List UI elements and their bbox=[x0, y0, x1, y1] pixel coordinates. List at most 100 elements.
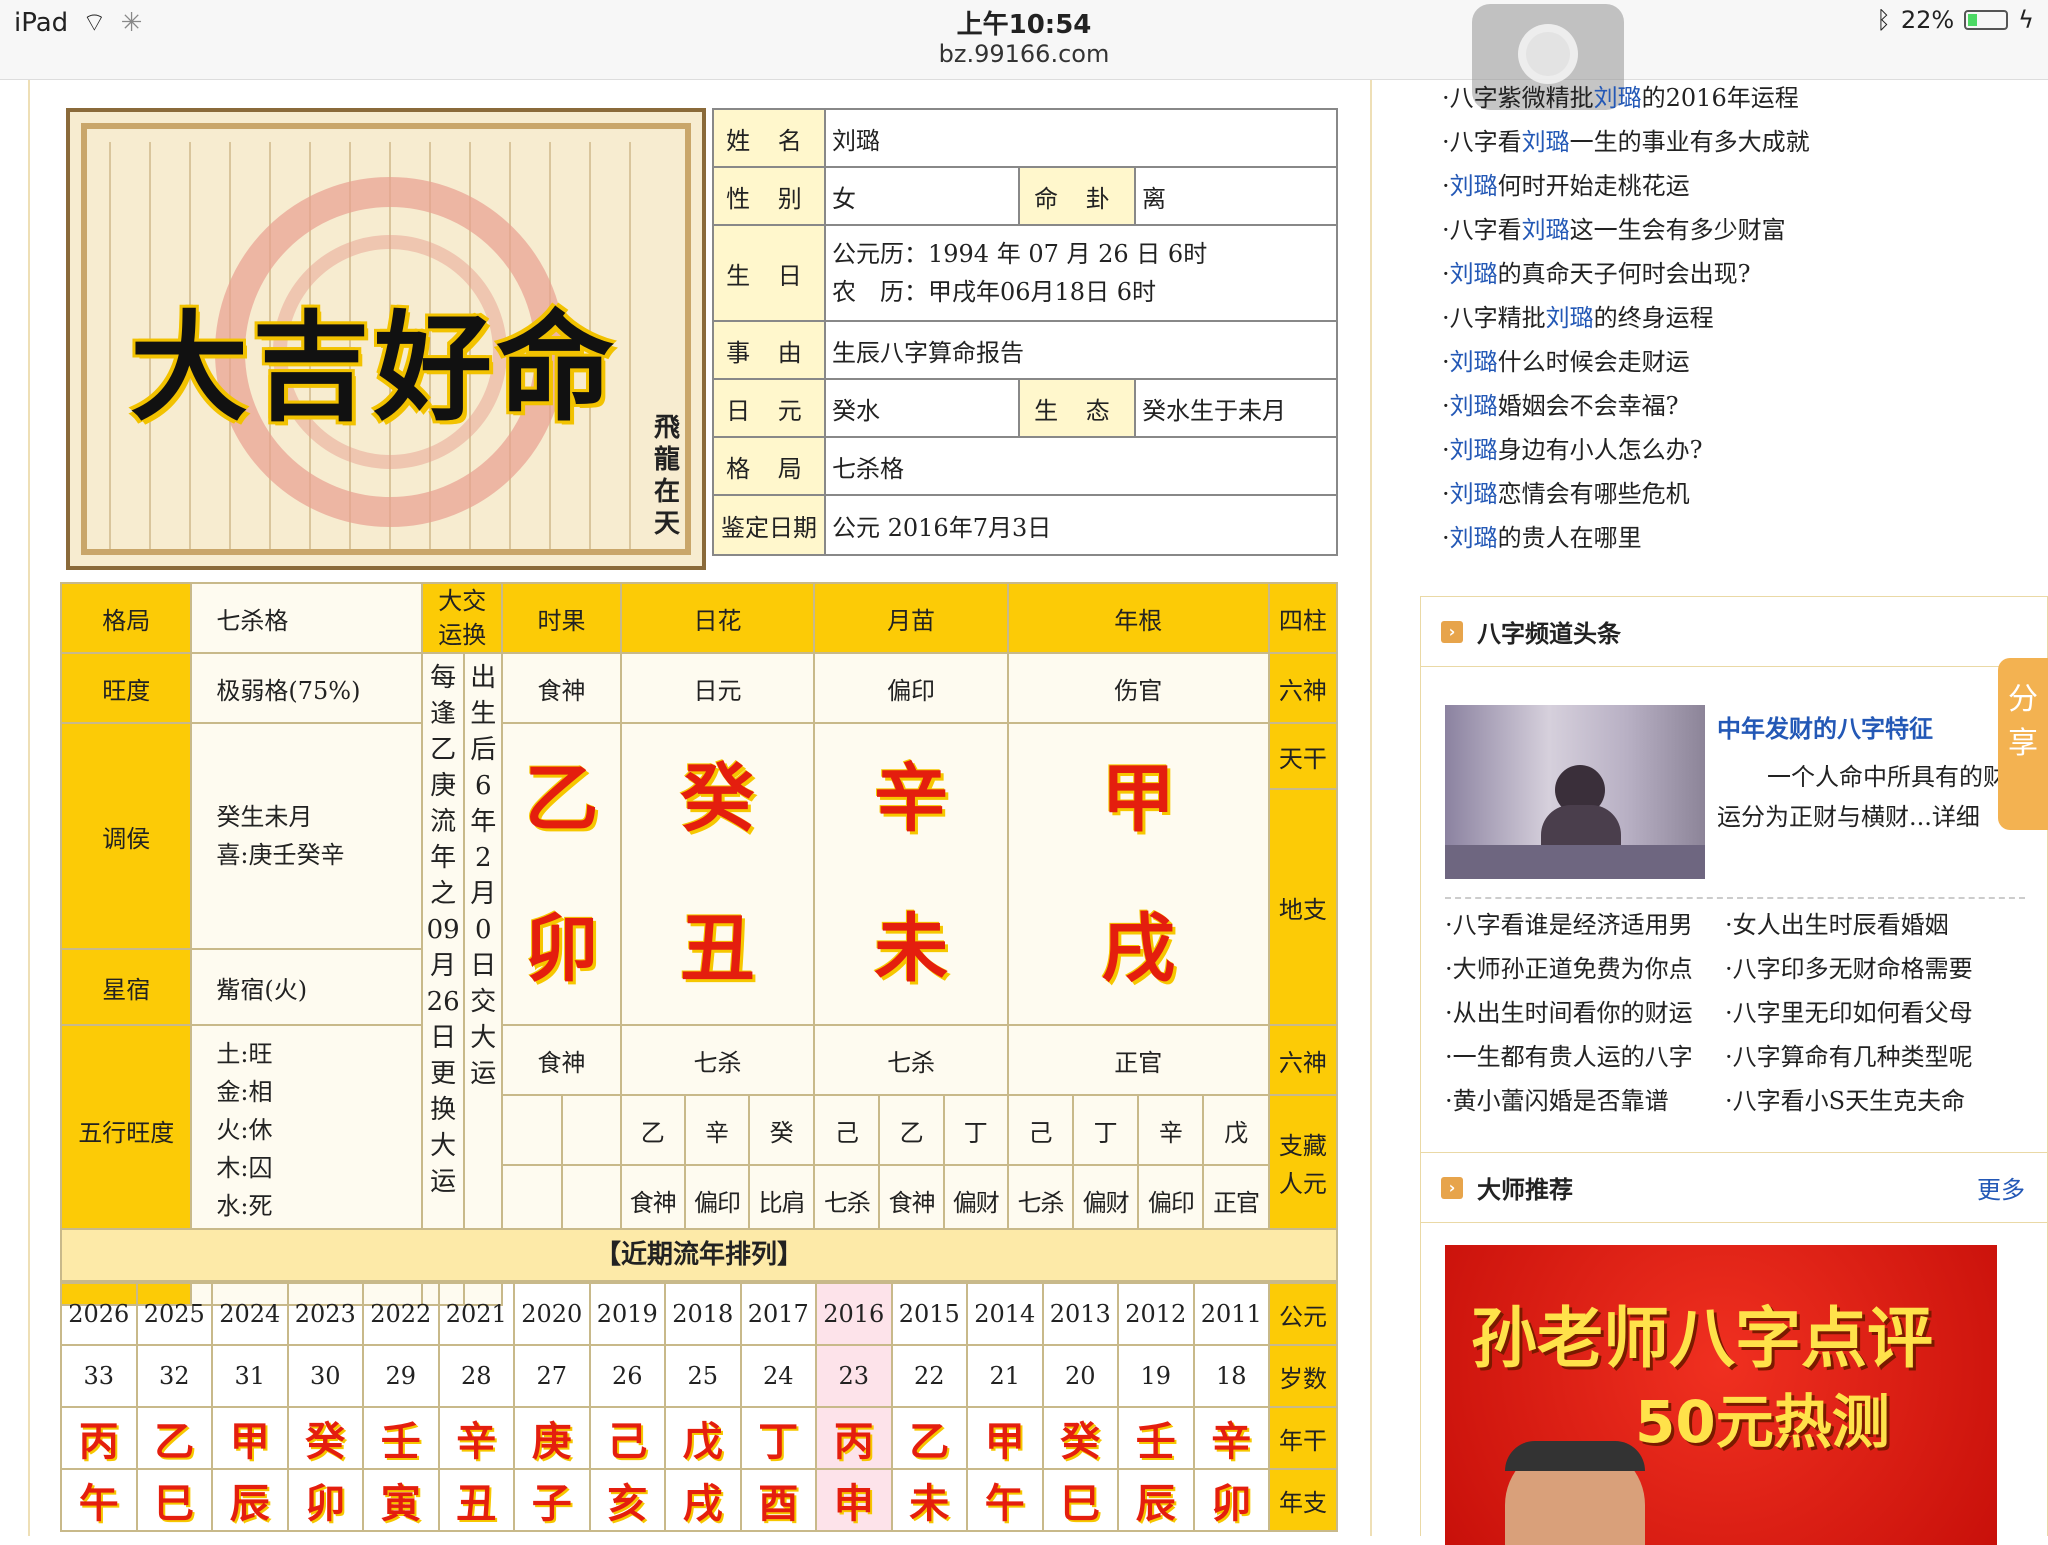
dajiao-char: 乙 bbox=[430, 735, 457, 765]
related-link[interactable]: ·刘璐婚姻会不会幸福? bbox=[1442, 384, 2042, 428]
state-label: 生 态 bbox=[1018, 378, 1136, 438]
battery-percent: 22% bbox=[1900, 6, 1955, 34]
geju-row-value: 七杀格 bbox=[190, 582, 424, 654]
news-link[interactable]: ·八字看谁是经济适用男 bbox=[1445, 903, 1725, 947]
news-link[interactable]: ·黄小蕾闪婚是否靠谱 bbox=[1445, 1079, 1725, 1123]
birth-solar: 公元历：1994 年 07 月 26 日 6时 bbox=[832, 240, 1208, 268]
gan-cell: 丙 bbox=[60, 1406, 138, 1470]
pillar-head-0: 时果 bbox=[501, 582, 622, 654]
more-link[interactable]: 更多 bbox=[1977, 1170, 2025, 1205]
related-link[interactable]: ·刘璐的真命天子何时会出现? bbox=[1442, 252, 2042, 296]
age-cell: 18 bbox=[1192, 1344, 1270, 1408]
battery-icon bbox=[1964, 10, 2009, 30]
related-link[interactable]: ·刘璐何时开始走桃花运 bbox=[1442, 164, 2042, 208]
year-cell: 2023 bbox=[286, 1282, 364, 1346]
gan-cell: 甲 bbox=[211, 1406, 289, 1470]
age-cell: 26 bbox=[588, 1344, 666, 1408]
bazi-chart: 格局 七杀格 大交运换 时果 日花 月苗 年根 四柱 旺度 极弱格(75%) 每… bbox=[59, 582, 1339, 1306]
liushen-bot-2: 七杀 bbox=[813, 1024, 1009, 1096]
age-cell: 20 bbox=[1041, 1344, 1119, 1408]
year-cell: 2022 bbox=[362, 1282, 440, 1346]
related-link[interactable]: ·刘璐身边有小人怎么办? bbox=[1442, 428, 2042, 472]
cang-gan: 癸 bbox=[748, 1094, 816, 1166]
zhi-cell: 午 bbox=[60, 1468, 138, 1532]
gan-cell: 戊 bbox=[664, 1406, 742, 1470]
cang-shen: 七杀 bbox=[813, 1164, 881, 1236]
news-link[interactable]: ·从出生时间看你的财运 bbox=[1445, 991, 1725, 1035]
clock: 上午10:54 bbox=[956, 10, 1092, 40]
banner-image: 大吉好命 飛龍在天 bbox=[66, 108, 706, 570]
cang-gan: 辛 bbox=[1137, 1094, 1205, 1166]
geju-value: 七杀格 bbox=[824, 436, 1338, 496]
link-part: ·八字看 bbox=[1442, 216, 1522, 244]
riyuan-value: 癸水 bbox=[824, 378, 1020, 438]
tiao-value-2: 喜:庚壬癸辛 bbox=[216, 841, 345, 869]
share-tab[interactable]: 分享 bbox=[1998, 658, 2048, 830]
related-link[interactable]: ·刘璐什么时候会走财运 bbox=[1442, 340, 2042, 384]
news-link[interactable]: ·八字里无印如何看父母 bbox=[1725, 991, 2045, 1035]
feature-image[interactable] bbox=[1445, 705, 1705, 879]
cang-shen: 七杀 bbox=[1006, 1164, 1075, 1236]
zhi-cell: 戌 bbox=[664, 1468, 742, 1532]
news-link[interactable]: ·一生都有贵人运的八字 bbox=[1445, 1035, 1725, 1079]
year-cell: 2018 bbox=[664, 1282, 742, 1346]
date-value: 公元 2016年7月3日 bbox=[824, 494, 1338, 556]
geju-row-label: 格局 bbox=[59, 582, 193, 654]
year-cell: 2016 bbox=[815, 1282, 893, 1346]
geju-label: 格 局 bbox=[712, 436, 826, 496]
news-link[interactable]: ·大师孙正道免费为你点 bbox=[1445, 947, 1725, 991]
age-cell: 27 bbox=[513, 1344, 591, 1408]
news-link[interactable]: ·八字算命有几种类型呢 bbox=[1725, 1035, 2045, 1079]
sizhu-label: 四柱 bbox=[1267, 582, 1339, 654]
jiaoyun-char: 交 bbox=[470, 987, 497, 1017]
news-link[interactable]: ·八字印多无财命格需要 bbox=[1725, 947, 2045, 991]
zhi-cell: 未 bbox=[890, 1468, 968, 1532]
ad-banner[interactable]: 孙老师八字点评 50元热测 bbox=[1445, 1245, 1997, 1545]
jiaoyun-char: 2 bbox=[475, 843, 492, 873]
gan-cell: 甲 bbox=[966, 1406, 1044, 1470]
ad-line-2: 50元热测 bbox=[1635, 1388, 1890, 1456]
dajiao-char: 日 bbox=[430, 1023, 457, 1053]
cang-shen: 偏财 bbox=[1072, 1164, 1140, 1236]
year-cell: 2026 bbox=[60, 1282, 138, 1346]
dajiao-char: 流 bbox=[430, 807, 457, 837]
link-part: 刘璐 bbox=[1593, 84, 1642, 112]
dajiao-char: 09 bbox=[426, 915, 460, 945]
cang-gan: 己 bbox=[1006, 1094, 1075, 1166]
liushen-top-0: 食神 bbox=[501, 652, 622, 724]
link-part: 刘璐 bbox=[1545, 304, 1594, 332]
link-part: 刘璐 bbox=[1449, 260, 1498, 288]
related-link[interactable]: ·八字紫微精批刘璐的2016年运程 bbox=[1442, 76, 2042, 120]
feature-title[interactable]: 中年发财的八字特征 bbox=[1717, 709, 1933, 744]
status-bar: iPad ⌔ ✳ 上午10:54 bz.99166.com ᛒ 22% ϟ bbox=[0, 0, 2048, 80]
related-link[interactable]: ·八字精批刘璐的终身运程 bbox=[1442, 296, 2042, 340]
liushen-bot-0: 食神 bbox=[501, 1024, 622, 1096]
related-link[interactable]: ·八字看刘璐这一生会有多少财富 bbox=[1442, 208, 2042, 252]
reason-value: 生辰八字算命报告 bbox=[824, 320, 1338, 380]
link-part: 刘璐 bbox=[1449, 436, 1498, 464]
news-link[interactable]: ·女人出生时辰看婚姻 bbox=[1725, 903, 2045, 947]
feature-text-2[interactable]: 运分为正财与横财...详细 bbox=[1717, 797, 1980, 832]
link-part: 何时开始走桃花运 bbox=[1497, 172, 1690, 200]
liushen-top-1: 日元 bbox=[619, 652, 816, 724]
address-bar[interactable]: bz.99166.com bbox=[0, 40, 2048, 68]
news-link[interactable]: ·八字看小S天生克夫命 bbox=[1725, 1079, 2045, 1123]
year-cell: 2020 bbox=[513, 1282, 591, 1346]
liunian-table: 2026 2025 2024 2023 2022 2021 2020 2019 2018 2017… bbox=[60, 1282, 1338, 1532]
age-cell: 31 bbox=[211, 1344, 289, 1408]
link-part: ·八字看 bbox=[1442, 128, 1522, 156]
zhi-cell: 申 bbox=[815, 1468, 893, 1532]
related-link[interactable]: ·八字看刘璐一生的事业有多大成就 bbox=[1442, 120, 2042, 164]
year-cell: 2024 bbox=[211, 1282, 289, 1346]
zhi-cell: 子 bbox=[513, 1468, 591, 1532]
related-link[interactable]: ·刘璐的贵人在哪里 bbox=[1442, 516, 2042, 560]
gan-cell: 乙 bbox=[135, 1406, 213, 1470]
link-part: 的贵人在哪里 bbox=[1497, 524, 1642, 552]
cang-gan: 丁 bbox=[942, 1094, 1009, 1166]
link-part: 一生的事业有多大成就 bbox=[1569, 128, 1810, 156]
birth-label: 生 日 bbox=[712, 224, 826, 322]
gan-cell: 辛 bbox=[437, 1406, 515, 1470]
gan-cell: 辛 bbox=[1192, 1406, 1270, 1470]
related-link[interactable]: ·刘璐恋情会有哪些危机 bbox=[1442, 472, 2042, 516]
link-part: 的真命天子何时会出现? bbox=[1497, 260, 1751, 288]
